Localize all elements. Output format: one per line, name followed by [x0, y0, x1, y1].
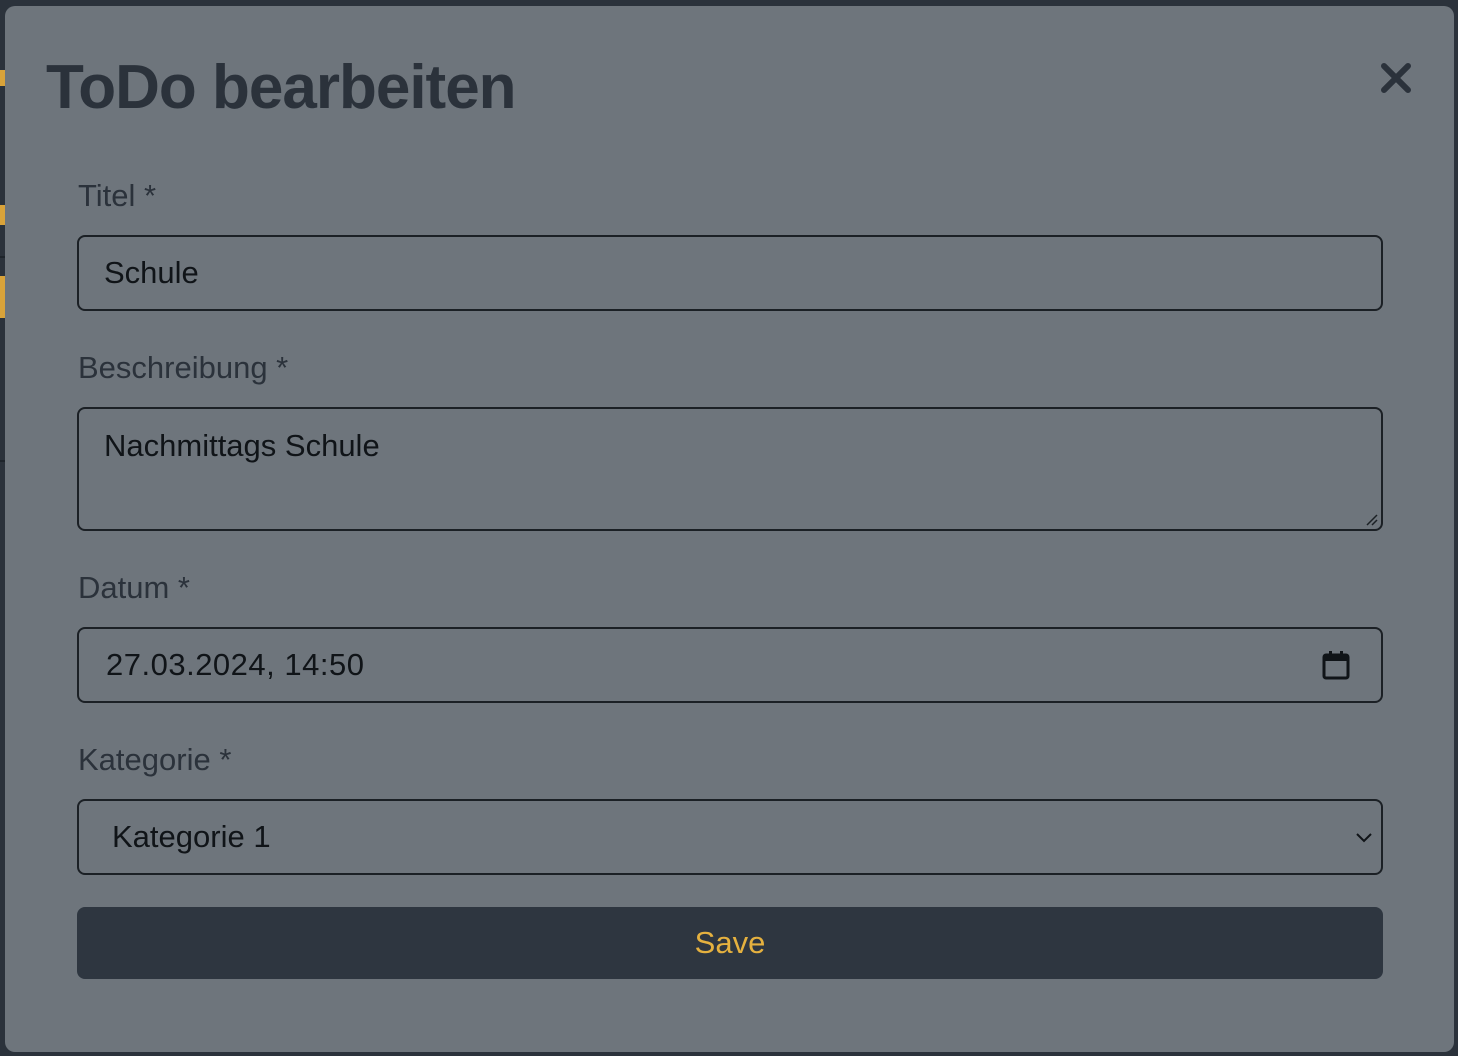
date-input[interactable]: 27.03.2024, 14:50 — [77, 627, 1383, 703]
calendar-icon[interactable] — [1321, 649, 1351, 681]
description-label: Beschreibung * — [78, 350, 289, 385]
date-label: Datum * — [78, 570, 190, 605]
category-select-value: Kategorie 1 — [112, 819, 271, 854]
description-textarea[interactable]: Nachmittags Schule — [77, 407, 1383, 531]
close-icon — [1381, 63, 1411, 93]
date-input-value: 27.03.2024, 14:50 — [106, 647, 365, 682]
title-input-value: Schule — [104, 255, 199, 290]
title-input[interactable]: Schule — [77, 235, 1383, 311]
save-button[interactable]: Save — [77, 907, 1383, 979]
category-label: Kategorie * — [78, 742, 232, 777]
resize-handle-icon[interactable] — [1364, 512, 1378, 526]
close-button[interactable] — [1376, 58, 1416, 98]
title-label: Titel * — [78, 178, 157, 213]
modal-title: ToDo bearbeiten — [46, 53, 517, 122]
chevron-down-icon — [1356, 833, 1372, 843]
edit-todo-modal: ToDo bearbeiten Titel * Schule Beschreib… — [5, 6, 1454, 1052]
category-select[interactable]: Kategorie 1 — [77, 799, 1383, 875]
description-textarea-value: Nachmittags Schule — [104, 428, 380, 463]
